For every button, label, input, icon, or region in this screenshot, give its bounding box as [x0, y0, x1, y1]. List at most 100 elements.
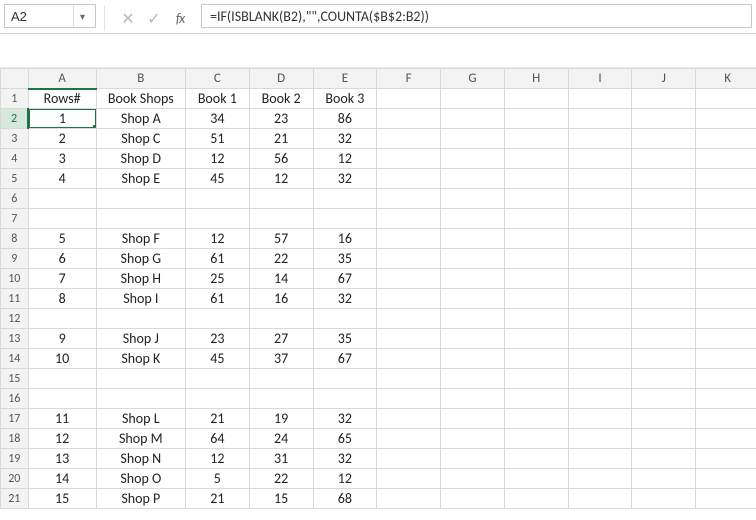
cell-D19[interactable]: 31 [249, 449, 313, 469]
cell-C19[interactable]: 12 [185, 449, 249, 469]
cell-K8[interactable] [696, 229, 756, 249]
cell-C17[interactable]: 21 [185, 409, 249, 429]
row-header-6[interactable]: 6 [1, 189, 29, 209]
column-header-A[interactable]: A [28, 69, 96, 89]
cell-D14[interactable]: 37 [249, 349, 313, 369]
cell-A12[interactable] [28, 309, 96, 329]
cell-A8[interactable]: 5 [28, 229, 96, 249]
cell-I16[interactable] [568, 389, 632, 409]
cell-C8[interactable]: 12 [185, 229, 249, 249]
row-header-15[interactable]: 15 [1, 369, 29, 389]
cell-E17[interactable]: 32 [313, 409, 377, 429]
cell-E7[interactable] [313, 209, 377, 229]
cell-E11[interactable]: 32 [313, 289, 377, 309]
cell-J6[interactable] [632, 189, 696, 209]
cell-I6[interactable] [568, 189, 632, 209]
row-header-16[interactable]: 16 [1, 389, 29, 409]
cell-C20[interactable]: 5 [185, 469, 249, 489]
row-header-17[interactable]: 17 [1, 409, 29, 429]
cell-A6[interactable] [28, 189, 96, 209]
row-header-11[interactable]: 11 [1, 289, 29, 309]
cell-I4[interactable] [568, 149, 632, 169]
cell-K20[interactable] [696, 469, 756, 489]
row-header-9[interactable]: 9 [1, 249, 29, 269]
cell-F14[interactable] [377, 349, 441, 369]
cell-I11[interactable] [568, 289, 632, 309]
cell-H11[interactable] [504, 289, 568, 309]
cell-C2[interactable]: 34 [185, 109, 249, 129]
cell-J8[interactable] [632, 229, 696, 249]
cell-K16[interactable] [696, 389, 756, 409]
cell-H13[interactable] [504, 329, 568, 349]
cell-J14[interactable] [632, 349, 696, 369]
cell-H4[interactable] [504, 149, 568, 169]
cell-I1[interactable] [568, 89, 632, 109]
cell-F9[interactable] [377, 249, 441, 269]
cell-A7[interactable] [28, 209, 96, 229]
row-header-7[interactable]: 7 [1, 209, 29, 229]
grid[interactable]: ABCDEFGHIJK 1Rows#Book ShopsBook 1Book 2… [0, 68, 756, 520]
cell-F4[interactable] [377, 149, 441, 169]
cell-G16[interactable] [441, 389, 505, 409]
cell-A3[interactable]: 2 [28, 129, 96, 149]
cell-B16[interactable] [96, 389, 185, 409]
cell-C11[interactable]: 61 [185, 289, 249, 309]
cell-D16[interactable] [249, 389, 313, 409]
column-header-F[interactable]: F [377, 69, 441, 89]
cell-C6[interactable] [185, 189, 249, 209]
cell-F3[interactable] [377, 129, 441, 149]
row-header-13[interactable]: 13 [1, 329, 29, 349]
column-header-D[interactable]: D [249, 69, 313, 89]
cell-C15[interactable] [185, 369, 249, 389]
cell-J17[interactable] [632, 409, 696, 429]
cell-K21[interactable] [696, 489, 756, 509]
cell-I15[interactable] [568, 369, 632, 389]
cell-A17[interactable]: 11 [28, 409, 96, 429]
cell-I2[interactable] [568, 109, 632, 129]
cell-D9[interactable]: 22 [249, 249, 313, 269]
cell-C18[interactable]: 64 [185, 429, 249, 449]
cell-A20[interactable]: 14 [28, 469, 96, 489]
cell-F18[interactable] [377, 429, 441, 449]
cell-A9[interactable]: 6 [28, 249, 96, 269]
cell-A18[interactable]: 12 [28, 429, 96, 449]
cell-C3[interactable]: 51 [185, 129, 249, 149]
cell-E4[interactable]: 12 [313, 149, 377, 169]
row-header-20[interactable]: 20 [1, 469, 29, 489]
cell-B1[interactable]: Book Shops [96, 89, 185, 109]
cell-C1[interactable]: Book 1 [185, 89, 249, 109]
cell-F21[interactable] [377, 489, 441, 509]
cell-B17[interactable]: Shop L [96, 409, 185, 429]
cell-D7[interactable] [249, 209, 313, 229]
cancel-icon[interactable]: ✕ [119, 10, 137, 28]
cell-H19[interactable] [504, 449, 568, 469]
cell-D13[interactable]: 27 [249, 329, 313, 349]
cell-K12[interactable] [696, 309, 756, 329]
cell-B5[interactable]: Shop E [96, 169, 185, 189]
cell-I13[interactable] [568, 329, 632, 349]
fx-icon[interactable]: fx [171, 10, 189, 28]
cell-B4[interactable]: Shop D [96, 149, 185, 169]
row-header-5[interactable]: 5 [1, 169, 29, 189]
cell-D18[interactable]: 24 [249, 429, 313, 449]
cell-G17[interactable] [441, 409, 505, 429]
cell-J18[interactable] [632, 429, 696, 449]
confirm-icon[interactable]: ✓ [145, 10, 163, 28]
cell-E10[interactable]: 67 [313, 269, 377, 289]
cell-B15[interactable] [96, 369, 185, 389]
cell-D11[interactable]: 16 [249, 289, 313, 309]
cell-A11[interactable]: 8 [28, 289, 96, 309]
cell-B14[interactable]: Shop K [96, 349, 185, 369]
cell-G8[interactable] [441, 229, 505, 249]
cell-H20[interactable] [504, 469, 568, 489]
cell-D3[interactable]: 21 [249, 129, 313, 149]
cell-G1[interactable] [441, 89, 505, 109]
name-box[interactable] [5, 9, 73, 24]
cell-F10[interactable] [377, 269, 441, 289]
cell-E5[interactable]: 32 [313, 169, 377, 189]
cell-D4[interactable]: 56 [249, 149, 313, 169]
cell-F7[interactable] [377, 209, 441, 229]
cell-B20[interactable]: Shop O [96, 469, 185, 489]
cell-B7[interactable] [96, 209, 185, 229]
cell-B13[interactable]: Shop J [96, 329, 185, 349]
